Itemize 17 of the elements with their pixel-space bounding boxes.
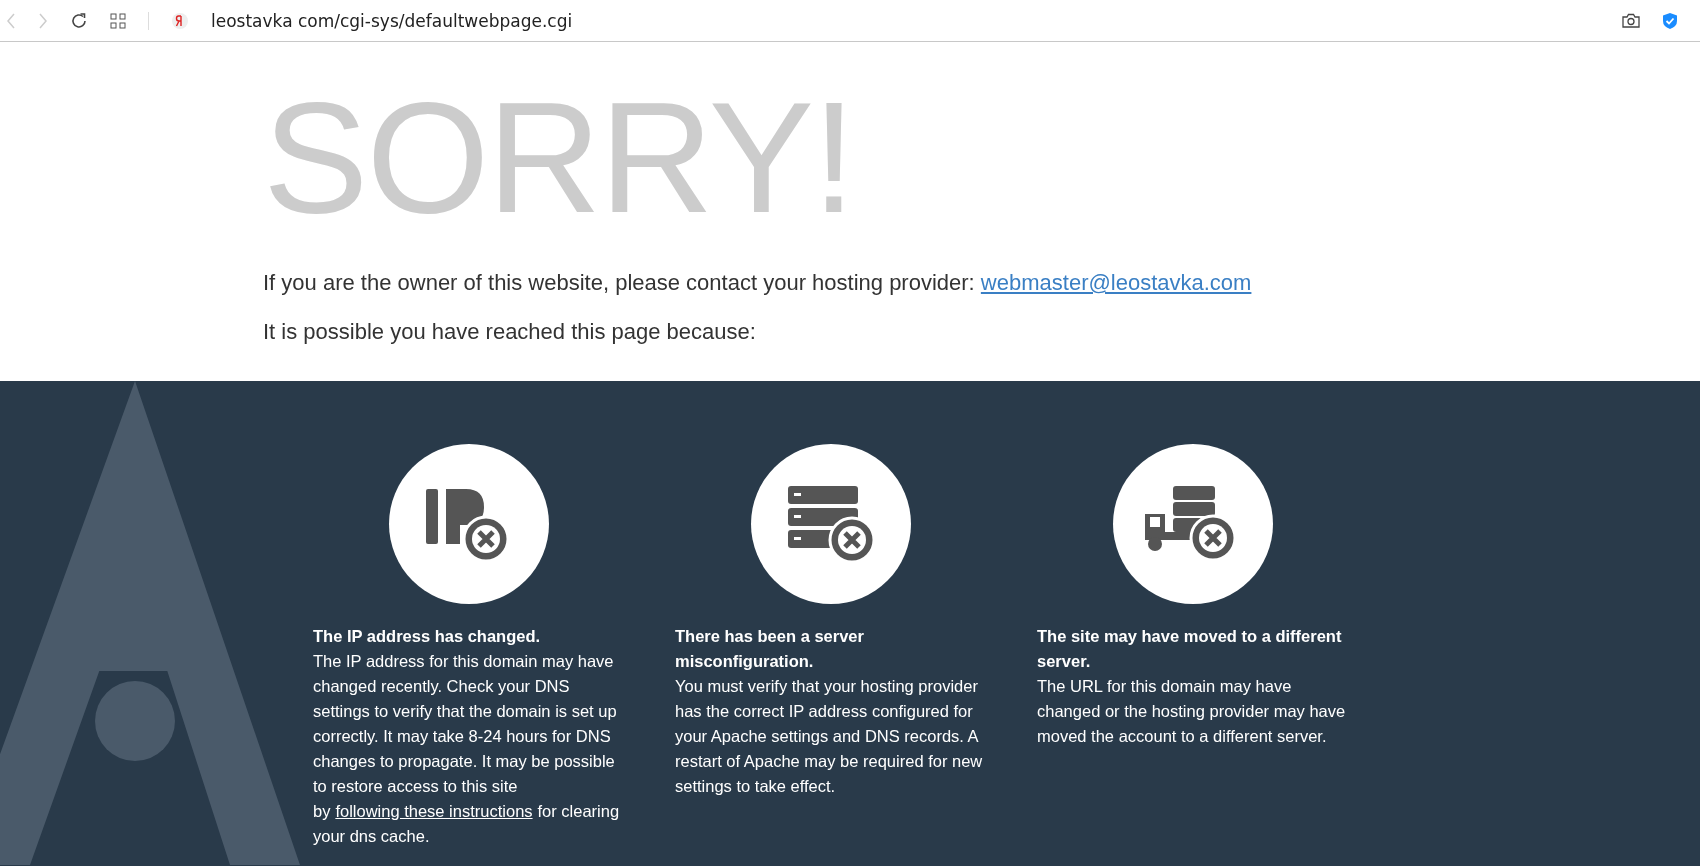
reason-title: The IP address has changed.: [313, 626, 542, 647]
reason-text: You must verify that your hosting provider has the correct IP address configured for your Apache settings and DNS records. A restart of Apache may be required for new settings to take effect.: [675, 676, 984, 797]
shield-check-icon[interactable]: [1662, 11, 1678, 30]
intro-text: It is possible you have reached this page because:: [263, 319, 757, 345]
owner-message: If you are the owner of this website, please contact your hosting provider:: [263, 270, 975, 295]
reason-title: There has been a server misconfiguration.: [675, 626, 865, 672]
grid-icon[interactable]: [110, 12, 126, 29]
reason-text: The URL for this domain may have changed or the hosting provider may have moved the account to a different server.: [1037, 676, 1347, 747]
reason-text: The IP address for this domain may have changed recently. Check your DNS settings to verify that the domain is set up correctly. It may take 8-24 hours for DNS changes to propagate. It may be possible to restore access to this site by following these instructions for clearing your dns cache.: [313, 651, 621, 847]
camera-icon[interactable]: [1622, 13, 1640, 28]
instructions-link[interactable]: following these instructions: [335, 802, 533, 820]
email-link[interactable]: webmaster@leostavka.com: [980, 270, 1252, 295]
server-error-icon: [786, 484, 876, 564]
address-bar[interactable]: leostavka com/cgi-sys/defaultwebpage.cgi: [211, 10, 573, 31]
reason-title: The site may have moved to a different server.: [1037, 626, 1343, 672]
site-favicon-icon: [171, 11, 189, 30]
reload-icon[interactable]: [70, 11, 88, 30]
